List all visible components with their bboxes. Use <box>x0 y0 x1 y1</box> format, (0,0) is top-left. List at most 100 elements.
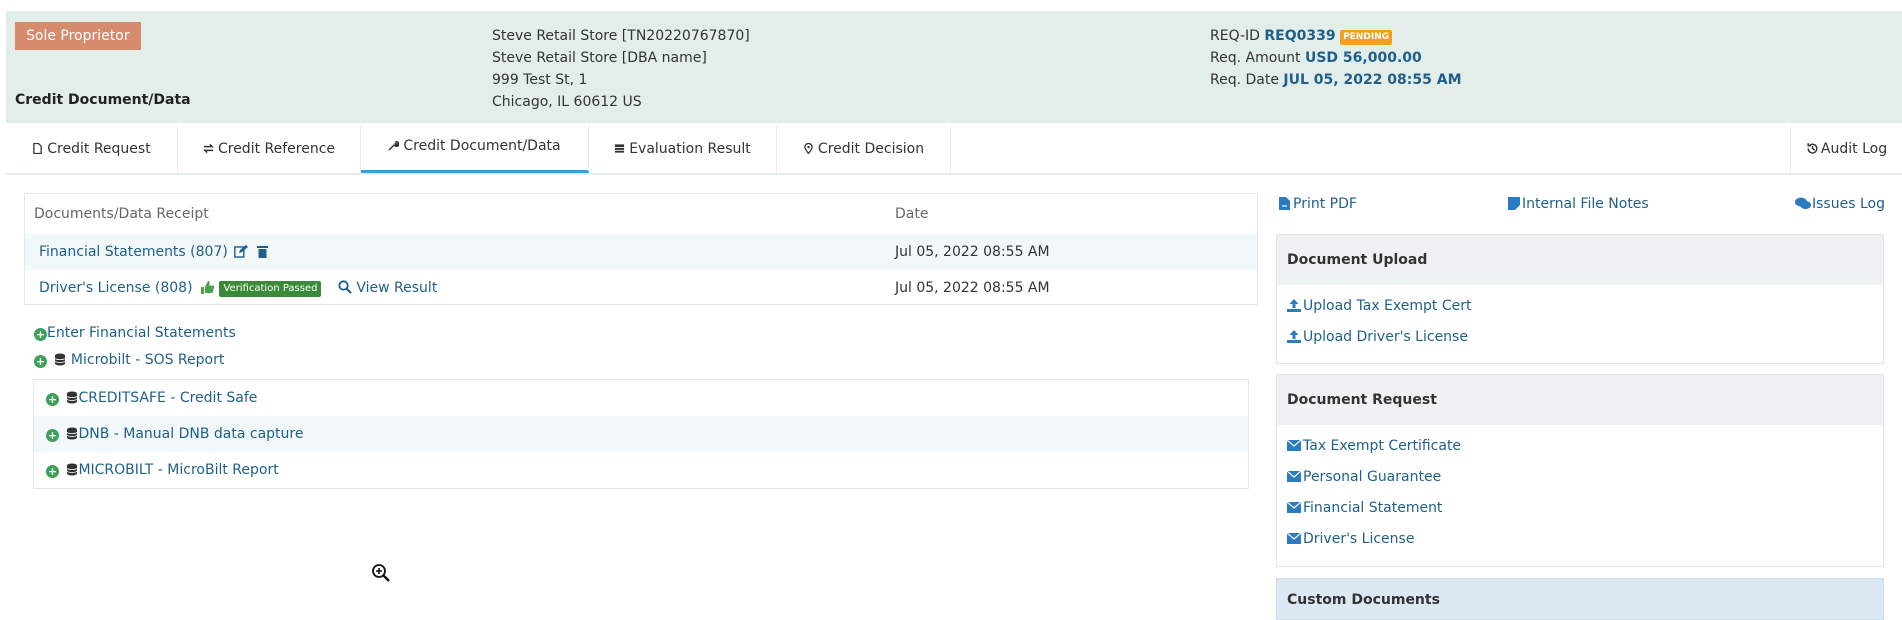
tab-label: Credit Request <box>47 141 151 157</box>
enter-financial-statements-link[interactable]: + Enter Financial Statements <box>34 323 236 343</box>
action-label: Enter Financial Statements <box>47 325 236 341</box>
thumbs-up-icon <box>201 281 215 294</box>
tab-evaluation-result[interactable]: Evaluation Result <box>589 125 777 173</box>
print-pdf-link[interactable]: Print PDF <box>1279 195 1357 213</box>
address-line: Steve Retail Store [DBA name] <box>492 50 707 66</box>
tab-label: Credit Document/Data <box>403 138 561 154</box>
zoom-in-cursor-icon <box>372 564 390 582</box>
req-amount-line: Req. Amount USD 56,000.00 <box>1210 47 1462 69</box>
request-tax-exempt-link[interactable]: Tax Exempt Certificate <box>1286 431 1873 462</box>
req-id-line: REQ-ID REQ0339 PENDING <box>1210 25 1462 47</box>
tab-credit-decision[interactable]: Credit Decision <box>777 125 951 173</box>
source-label: MICROBILT - MicroBilt Report <box>78 462 279 478</box>
document-request-panel: Document Request Tax Exempt Certificate … <box>1276 374 1884 567</box>
col-date: Date <box>895 206 929 222</box>
verification-badge: Verification Passed <box>219 281 322 297</box>
internal-file-notes-link[interactable]: Internal File Notes <box>1508 195 1649 213</box>
req-amount-label: Req. Amount <box>1210 50 1301 66</box>
source-label: DNB - Manual DNB data capture <box>78 426 304 442</box>
request-label: Financial Statement <box>1303 500 1443 516</box>
wrench-icon <box>388 141 400 151</box>
issues-log-link[interactable]: Issues Log <box>1795 195 1885 213</box>
exchange-icon <box>203 143 214 154</box>
comments-icon <box>1795 197 1811 209</box>
audit-log-label: Audit Log <box>1820 141 1888 157</box>
list-item[interactable]: + MICROBILT - MicroBilt Report <box>34 452 1248 488</box>
document-upload-panel: Document Upload Upload Tax Exempt Cert U… <box>1276 234 1884 364</box>
plus-circle-icon: + <box>46 429 59 442</box>
entity-type-badge: Sole Proprietor <box>15 22 141 50</box>
history-icon <box>1807 143 1818 154</box>
page: Sole Proprietor Credit Document/Data Ste… <box>0 0 1902 620</box>
req-amount-value: USD 56,000.00 <box>1304 50 1422 66</box>
drivers-license-link[interactable]: Driver's License (808) <box>39 280 193 296</box>
table-icon <box>615 144 625 153</box>
upload-icon <box>1287 330 1301 343</box>
upload-label: Upload Driver's License <box>1303 329 1468 345</box>
envelope-icon <box>1286 439 1302 451</box>
tab-label: Credit Reference <box>217 141 336 157</box>
envelope-icon <box>1286 470 1302 482</box>
microbilt-sos-link[interactable]: + Microbilt - SOS Report <box>34 350 224 370</box>
plus-circle-icon: + <box>46 393 59 406</box>
address-line: Steve Retail Store [TN20220767870] <box>492 28 750 44</box>
tab-credit-request[interactable]: Credit Request <box>6 125 178 173</box>
status-badge: PENDING <box>1340 30 1393 45</box>
request-label: Personal Guarantee <box>1303 469 1442 485</box>
pdf-file-icon <box>1279 197 1290 210</box>
request-header: Sole Proprietor Credit Document/Data Ste… <box>6 11 1902 123</box>
plus-circle-icon: + <box>46 465 59 478</box>
plus-circle-icon: + <box>34 328 47 341</box>
req-id-value: REQ0339 <box>1264 28 1336 44</box>
tab-credit-document[interactable]: Credit Document/Data <box>361 125 589 173</box>
tab-credit-reference[interactable]: Credit Reference <box>178 125 361 173</box>
financial-statements-link[interactable]: Financial Statements (807) <box>39 244 228 260</box>
list-item[interactable]: + CREDITSAFE - Credit Safe <box>34 380 1248 416</box>
customer-address: Steve Retail Store [TN20220767870] Steve… <box>492 25 750 113</box>
print-pdf-label: Print PDF <box>1293 196 1357 212</box>
tab-label: Evaluation Result <box>629 141 751 157</box>
panel-title: Document Upload <box>1277 235 1883 285</box>
request-info: REQ-ID REQ0339 PENDING Req. Amount USD 5… <box>1210 25 1462 91</box>
trash-icon[interactable] <box>256 245 268 258</box>
database-icon <box>67 427 78 440</box>
upload-icon <box>1287 299 1301 312</box>
database-icon <box>55 353 66 366</box>
request-financial-statement-link[interactable]: Financial Statement <box>1286 493 1873 524</box>
page-title: Credit Document/Data <box>15 92 191 108</box>
panel-body: Upload Tax Exempt Cert Upload Driver's L… <box>1277 285 1883 359</box>
audit-log-button[interactable]: Audit Log <box>1790 125 1902 173</box>
view-result-link[interactable]: View Result <box>356 280 437 296</box>
req-date-label: Req. Date <box>1210 72 1279 88</box>
envelope-icon <box>1286 501 1302 513</box>
plus-circle-icon: + <box>34 355 47 368</box>
external-sources-table: + CREDITSAFE - Credit Safe + DNB - Manua… <box>33 379 1249 489</box>
req-id-label: REQ-ID <box>1210 28 1260 44</box>
address-line: 999 Test St, 1 <box>492 72 588 88</box>
custom-documents-panel: Custom Documents <box>1276 578 1884 620</box>
address-line: Chicago, IL 60612 US <box>492 94 642 110</box>
documents-table: Documents/Data Receipt Date Financial St… <box>24 193 1258 305</box>
request-drivers-license-link[interactable]: Driver's License <box>1286 524 1873 555</box>
upload-label: Upload Tax Exempt Cert <box>1303 298 1472 314</box>
upload-tax-exempt-link[interactable]: Upload Tax Exempt Cert <box>1287 291 1873 322</box>
table-header: Documents/Data Receipt Date <box>25 194 1257 234</box>
req-date-line: Req. Date JUL 05, 2022 08:55 AM <box>1210 69 1462 91</box>
panel-title: Custom Documents <box>1287 592 1440 608</box>
search-icon[interactable] <box>338 280 352 294</box>
request-personal-guarantee-link[interactable]: Personal Guarantee <box>1286 462 1873 493</box>
upload-drivers-license-link[interactable]: Upload Driver's License <box>1287 322 1873 353</box>
panel-body: Tax Exempt Certificate Personal Guarante… <box>1277 425 1883 561</box>
table-row: Financial Statements (807) Jul 05, 2022 … <box>25 234 1257 270</box>
edit-icon[interactable] <box>234 245 249 258</box>
row-date: Jul 05, 2022 08:55 AM <box>895 244 1050 260</box>
req-date-value: JUL 05, 2022 08:55 AM <box>1283 72 1462 88</box>
envelope-icon <box>1286 532 1302 544</box>
row-date: Jul 05, 2022 08:55 AM <box>895 280 1050 296</box>
list-item[interactable]: + DNB - Manual DNB data capture <box>34 416 1248 452</box>
tab-bar: Credit Request Credit Reference Credit D… <box>6 125 1902 175</box>
map-marker-icon <box>804 143 813 154</box>
sticky-note-icon <box>1508 197 1520 210</box>
request-label: Tax Exempt Certificate <box>1303 438 1462 454</box>
panel-title: Document Request <box>1277 375 1883 425</box>
